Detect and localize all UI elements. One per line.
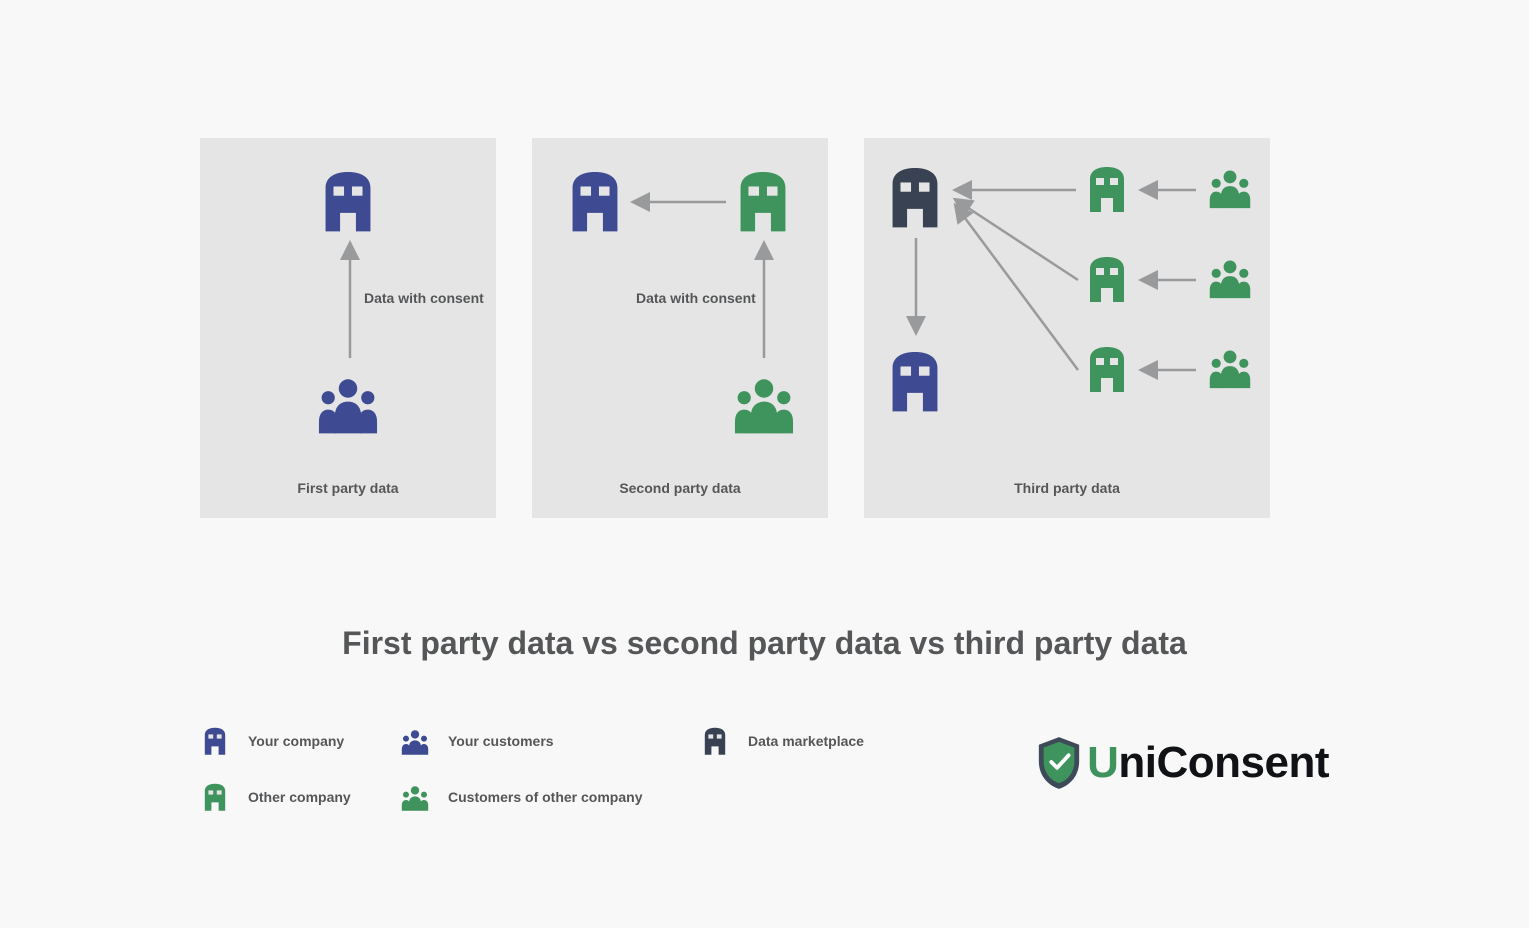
legend-label: Other company — [248, 789, 351, 805]
panel-caption: Third party data — [864, 480, 1270, 496]
group-icon — [1204, 164, 1256, 210]
panel-second-party: Data with consent Second party data — [532, 138, 828, 518]
brand-logo: UniConsent — [1035, 735, 1329, 791]
arrow-label: Data with consent — [636, 290, 756, 306]
building-icon — [882, 164, 948, 230]
building-icon — [200, 782, 230, 812]
group-icon — [310, 370, 386, 436]
arrow-icon — [1138, 270, 1198, 290]
panel-first-party: Data with consent First party data — [200, 138, 496, 518]
group-icon — [400, 726, 430, 756]
arrow-icon — [1138, 360, 1198, 380]
shield-icon — [1035, 735, 1083, 791]
arrow-label: Data with consent — [364, 290, 484, 306]
arrow-icon — [630, 192, 728, 212]
panel-third-party: Third party data — [864, 138, 1270, 518]
legend-item-your-customers: Your customers — [400, 726, 700, 756]
building-icon — [730, 168, 796, 234]
building-icon — [1082, 254, 1132, 304]
arrow-icon — [1138, 180, 1198, 200]
legend-item-other-company: Other company — [200, 782, 400, 812]
legend-label: Customers of other company — [448, 789, 642, 805]
building-icon — [315, 168, 381, 234]
building-icon — [200, 726, 230, 756]
group-icon — [726, 370, 802, 436]
building-icon — [882, 348, 948, 414]
legend-label: Your company — [248, 733, 344, 749]
legend-item-your-company: Your company — [200, 726, 400, 756]
building-icon — [700, 726, 730, 756]
panel-caption: First party data — [200, 480, 496, 496]
building-icon — [1082, 344, 1132, 394]
arrow-icon — [906, 236, 926, 336]
arrow-icon — [952, 200, 1080, 376]
brand-text: UniConsent — [1087, 738, 1329, 788]
panel-caption: Second party data — [532, 480, 828, 496]
legend-label: Your customers — [448, 733, 554, 749]
legend: Your company Your customers Data marketp… — [200, 718, 960, 830]
group-icon — [1204, 344, 1256, 390]
arrow-icon — [340, 240, 360, 360]
legend-item-customers-other-company: Customers of other company — [400, 782, 700, 812]
page-title: First party data vs second party data vs… — [0, 625, 1529, 662]
group-icon — [1204, 254, 1256, 300]
group-icon — [400, 782, 430, 812]
panels-row: Data with consent First party data Data … — [200, 138, 1270, 518]
legend-label: Data marketplace — [748, 733, 864, 749]
building-icon — [1082, 164, 1132, 214]
arrow-icon — [754, 240, 774, 360]
building-icon — [562, 168, 628, 234]
legend-item-data-marketplace: Data marketplace — [700, 726, 940, 756]
